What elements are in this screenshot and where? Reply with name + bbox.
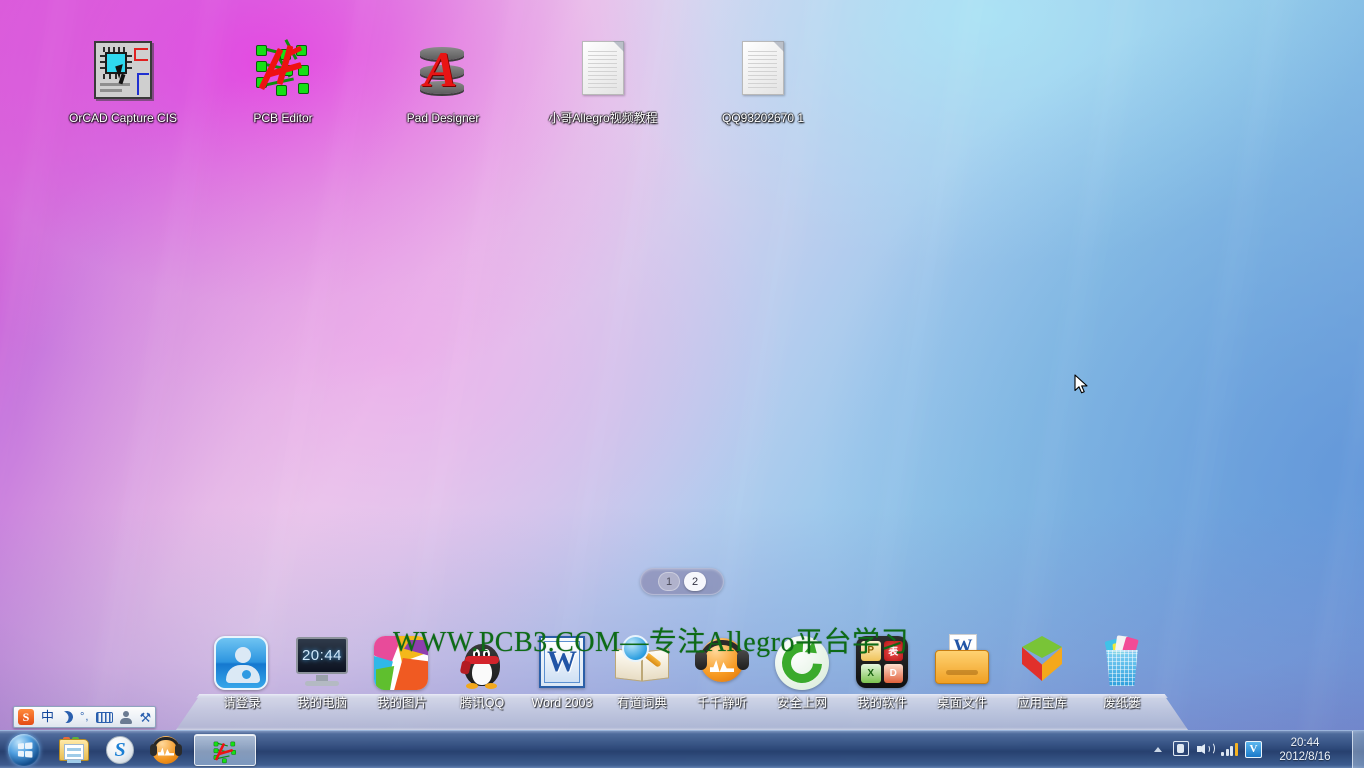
page-indicator-dot-2[interactable]: 2 [684, 572, 706, 591]
dock-item-secure-browser[interactable]: 安全上网 [762, 634, 842, 710]
sogou-logo-icon[interactable]: S [18, 709, 34, 725]
dock-item-label: 腾讯QQ [459, 696, 505, 710]
pcb-editor-icon [212, 737, 238, 763]
sogou-browser-icon[interactable]: S [98, 733, 142, 767]
ttplayer-icon [694, 636, 750, 692]
quick-launch-bar: S [48, 733, 188, 767]
dock-item-label: Word 2003 [531, 696, 593, 710]
word-letter: W [547, 645, 577, 678]
dock-item-recycle-bin[interactable]: 废纸篓 [1082, 634, 1162, 710]
user-login-icon [214, 636, 270, 692]
punctuation-toggle-icon[interactable]: °, [80, 711, 89, 723]
dock-item-label: 千千静听 [696, 696, 747, 710]
user-center-icon[interactable] [120, 710, 133, 724]
dock-item-label: 我的电脑 [296, 696, 347, 710]
dock-item-my-pictures[interactable]: 我的图片 [362, 634, 442, 710]
dock-item-label: 安全上网 [776, 696, 827, 710]
dock-item-my-software[interactable]: P表XD 我的软件 [842, 634, 922, 710]
tencent-qq-icon [454, 636, 510, 692]
sogou-browser-letter: S [114, 738, 126, 761]
windows-taskbar: S V 20:44 2012/8/16 [0, 730, 1364, 768]
app-store-cube-icon [1014, 636, 1070, 692]
dock-item-youdao-dictionary[interactable]: 有道词典 [602, 634, 682, 710]
dock-item-label: 桌面文件 [936, 696, 987, 710]
desktop-files-icon: W [934, 634, 990, 692]
dock-item-label: 请登录 [223, 696, 261, 710]
dock-item-login[interactable]: 请登录 [202, 634, 282, 710]
clock-time: 20:44 [1290, 736, 1320, 749]
soft-keyboard-icon[interactable] [96, 711, 114, 723]
orcad-capture-cis-icon [91, 41, 155, 105]
clock-date: 2012/8/16 [1279, 750, 1331, 763]
dock-item-label: 我的图片 [376, 696, 427, 710]
dock-item-app-store[interactable]: 应用宝库 [1002, 634, 1082, 710]
settings-wrench-icon[interactable]: ⚒ [139, 711, 151, 724]
desktop-icon-label: OrCAD Capture CIS [68, 111, 178, 125]
desktop-page-indicator[interactable]: 1 2 [640, 568, 724, 595]
dock-item-word-2003[interactable]: W Word 2003 [522, 634, 602, 710]
desktop-icon-label: PCB Editor [253, 111, 313, 125]
desktop-icon-orcad-capture-cis[interactable]: OrCAD Capture CIS [68, 38, 178, 125]
security-shield-icon[interactable]: V [1245, 741, 1262, 758]
desktop-icon-qq-document[interactable]: QQ93202670 1 [708, 38, 818, 125]
youdao-dictionary-icon [614, 635, 670, 692]
ttplayer-taskbar-icon[interactable] [144, 733, 188, 767]
secure-browser-icon [773, 634, 831, 692]
desktop-icon-label: Pad Designer [406, 111, 480, 125]
taskbar-clock[interactable]: 20:44 2012/8/16 [1269, 736, 1341, 764]
dock-item-label: 废纸篓 [1103, 696, 1141, 710]
desktop-icon-label: 小哥Allegro视频教程 [548, 111, 658, 125]
my-software-icon: P表XD [854, 636, 910, 692]
start-button[interactable] [0, 732, 48, 768]
action-center-icon[interactable] [1173, 741, 1190, 758]
word-icon: W [534, 636, 590, 692]
task-button-list [188, 733, 256, 766]
dock-item-ttplayer[interactable]: 千千静听 [682, 634, 762, 710]
sogou-ime-toolbar[interactable]: S 中 °, ⚒ [13, 706, 157, 728]
dock-item-my-computer[interactable]: 20:44 我的电脑 [282, 634, 362, 710]
desktop-icon-allegro-video-tutorial[interactable]: 小哥Allegro视频教程 [548, 38, 658, 125]
pcb-editor-icon [251, 39, 315, 105]
dock-item-desktop-files[interactable]: W 桌面文件 [922, 634, 1002, 710]
system-tray: V 20:44 2012/8/16 [1150, 730, 1364, 768]
my-pictures-icon [374, 636, 430, 692]
recycle-bin-icon [1094, 635, 1150, 692]
desktop-dock: 请登录 20:44 我的电脑 我的图片 腾讯QQ W Word 2003 有道词… [176, 634, 1188, 730]
desktop-icon-pcb-editor[interactable]: PCB Editor [228, 38, 338, 125]
chevron-up-icon[interactable] [1150, 742, 1166, 758]
dock-item-tencent-qq[interactable]: 腾讯QQ [442, 634, 522, 710]
pad-designer-icon: A [411, 41, 475, 105]
volume-icon[interactable] [1197, 741, 1215, 758]
dock-clock-display: 20:44 [301, 647, 343, 664]
document-icon [731, 41, 795, 105]
network-signal-icon[interactable] [1221, 741, 1238, 758]
desktop-icon-pad-designer[interactable]: A Pad Designer [388, 38, 498, 125]
document-icon [571, 41, 635, 105]
dock-item-label: 应用宝库 [1016, 696, 1067, 710]
dock-item-label: 有道词典 [616, 696, 667, 710]
page-indicator-dot-1[interactable]: 1 [658, 572, 680, 591]
windows-logo-icon [8, 733, 40, 766]
dock-item-label: 我的软件 [856, 696, 907, 710]
my-computer-icon: 20:44 [294, 636, 350, 692]
moon-icon[interactable] [61, 711, 73, 723]
desktop-icon-label: QQ93202670 1 [721, 111, 805, 125]
show-desktop-button[interactable] [1352, 730, 1364, 768]
ime-language-toggle[interactable]: 中 [41, 710, 54, 724]
windows-explorer-icon[interactable] [52, 733, 96, 767]
taskbar-button-pcb-editor[interactable] [194, 733, 256, 766]
